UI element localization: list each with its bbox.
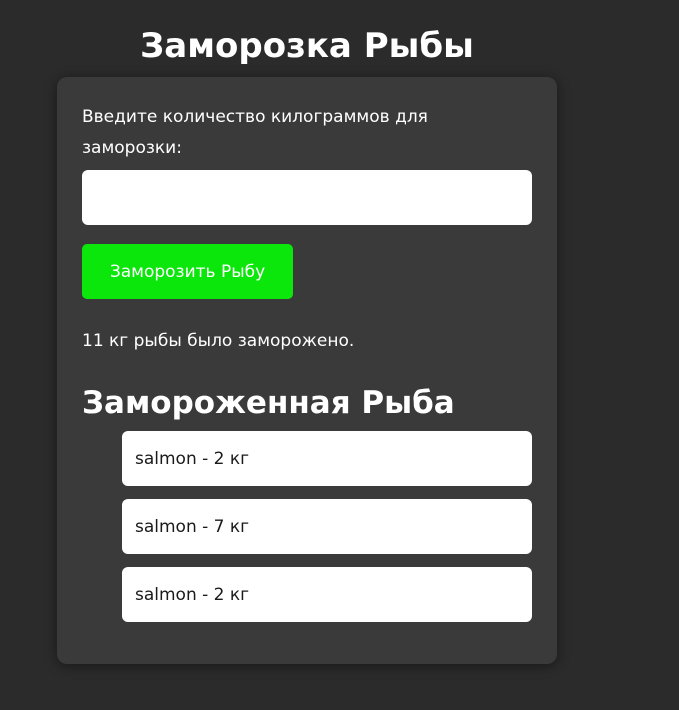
page-title: Заморозка Рыбы [140, 26, 474, 66]
quantity-input[interactable] [82, 170, 532, 225]
list-item: salmon - 2 кг [122, 431, 532, 486]
list-item: salmon - 7 кг [122, 499, 532, 554]
frozen-fish-list: salmon - 2 кг salmon - 7 кг salmon - 2 к… [122, 431, 532, 622]
list-item: salmon - 2 кг [122, 567, 532, 622]
frozen-fish-title: Замороженная Рыба [82, 385, 455, 421]
status-message: 11 кг рыбы было заморожено. [82, 331, 355, 351]
page: Заморозка Рыбы Введите количество килогр… [0, 0, 679, 710]
quantity-label: Введите количество килограммов для замор… [82, 107, 428, 158]
freeze-fish-button[interactable]: Заморозить Рыбу [82, 244, 293, 299]
freeze-card: Введите количество килограммов для замор… [57, 77, 557, 664]
